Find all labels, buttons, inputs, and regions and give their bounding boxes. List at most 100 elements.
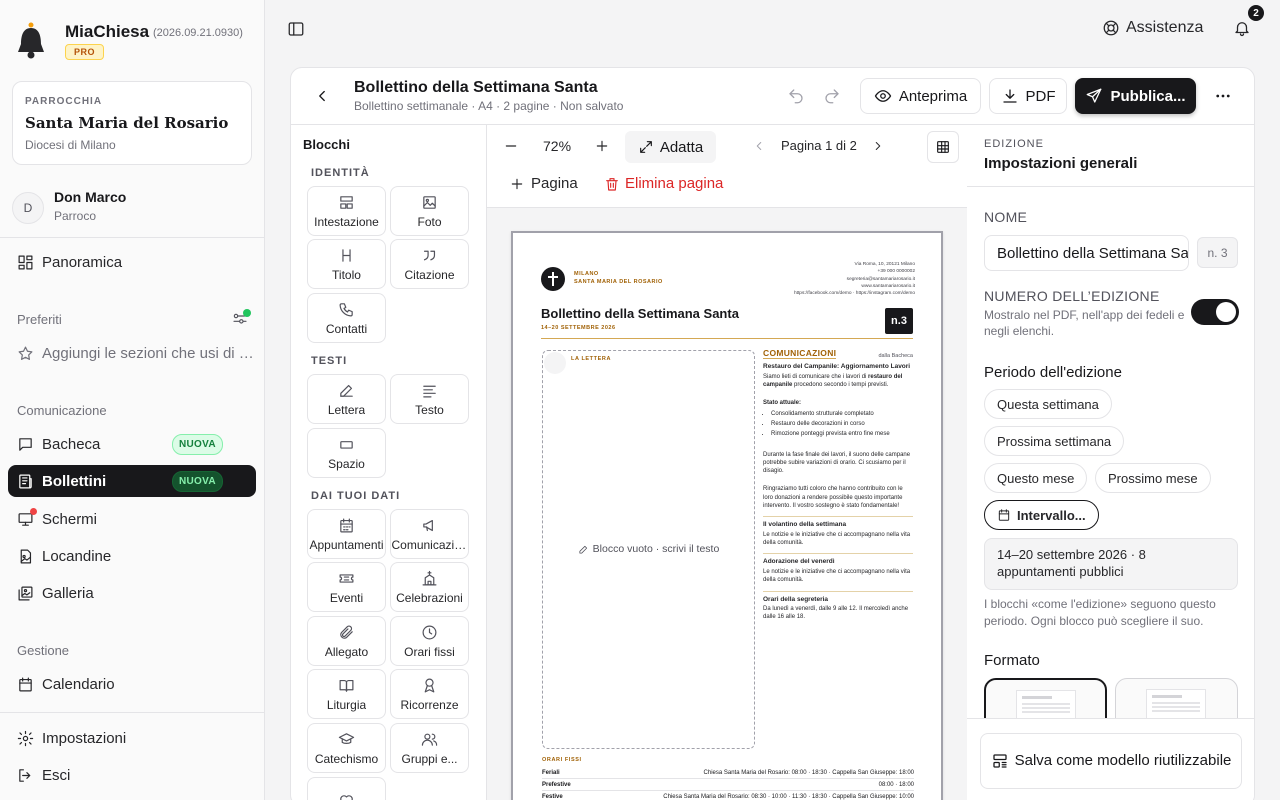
block-titolo[interactable]: Titolo — [307, 239, 386, 289]
zoom-out-button[interactable] — [503, 138, 519, 154]
block-testo[interactable]: Testo — [390, 374, 469, 424]
block-citazione[interactable]: Citazione — [390, 239, 469, 289]
block-foto[interactable]: Foto — [390, 186, 469, 236]
block-lettera[interactable]: Lettera — [307, 374, 386, 424]
nav-schermi[interactable]: Schermi — [8, 503, 256, 535]
communications-column[interactable]: COMUNICAZIONI dalla Bacheca Restauro del… — [763, 349, 913, 622]
block-celebrazioni[interactable]: Celebrazioni — [390, 562, 469, 612]
communications-heading: COMUNICAZIONI — [763, 348, 837, 360]
notifications-button[interactable] — [1233, 19, 1251, 37]
bulletin-meta: Bollettino settimanale · A4 · 2 pagine ·… — [354, 99, 624, 113]
article-text: Le notizie e le iniziative che ci accomp… — [763, 531, 911, 547]
gallery-icon — [18, 586, 33, 600]
block-ricorrenze[interactable]: Ricorrenze — [390, 669, 469, 719]
block-group-identity: IDENTITÀ — [311, 167, 370, 179]
edition-number-toggle[interactable] — [1191, 299, 1239, 325]
heading-icon — [342, 248, 351, 262]
block-allegato[interactable]: Allegato — [307, 616, 386, 666]
calendar-icon — [19, 677, 32, 691]
plus-icon — [596, 140, 608, 152]
bulletin-page-preview[interactable]: MILANO SANTA MARIA DEL ROSARIO Via Roma,… — [511, 231, 943, 800]
blocks-title: Blocchi — [303, 137, 350, 152]
user-profile[interactable]: D Don Marco Parroco — [12, 188, 252, 224]
redo-button[interactable] — [823, 87, 841, 105]
contact-line: Via Roma, 10, 20121 Milano — [854, 262, 915, 267]
block-catechismo[interactable]: Catechismo — [307, 723, 386, 773]
block-gruppi[interactable]: Gruppi e... — [390, 723, 469, 773]
block-spazio[interactable]: Spazio — [307, 428, 386, 478]
grid-view-button[interactable] — [927, 131, 959, 163]
nav-locandine[interactable]: Locandine — [8, 540, 256, 572]
nav-esci[interactable]: Esci — [8, 759, 256, 791]
nav-galleria[interactable]: Galleria — [8, 577, 256, 609]
nav-bollettini[interactable]: Bollettini NUOVA — [8, 465, 256, 497]
period-custom-range[interactable]: Intervallo... — [984, 500, 1099, 530]
block-appuntamenti[interactable]: Appuntamenti — [307, 509, 386, 559]
schedule-value: Chiesa Santa Maria del Rosario: 08:30 · … — [663, 793, 914, 800]
sidebar-toggle-button[interactable] — [287, 20, 305, 38]
nav-bacheca[interactable]: Bacheca NUOVA — [8, 428, 256, 460]
favorites-add[interactable]: Aggiungi le sezioni che usi di più — [8, 337, 256, 369]
add-page-button[interactable]: Pagina — [509, 175, 578, 192]
settings-panel: EDIZIONE Impostazioni generali NOME Boll… — [967, 124, 1254, 800]
period-next-month[interactable]: Prossimo mese — [1095, 463, 1211, 493]
schedule-value: Chiesa Santa Maria del Rosario: 08:00 · … — [703, 769, 914, 776]
app-name: MiaChiesa — [65, 22, 150, 41]
management-title: Gestione — [17, 643, 70, 658]
edition-number-label: NUMERO DELL’EDIZIONE — [984, 288, 1160, 304]
help-button[interactable]: Assistenza — [1102, 19, 1203, 37]
save-template-button[interactable]: Salva come modello riutilizzabile — [980, 733, 1242, 789]
brand[interactable]: MiaChiesa (2026.09.21.0930) PRO — [16, 18, 256, 66]
download-icon — [1002, 89, 1017, 103]
contact-line: www.santamariarosario.it — [861, 283, 915, 289]
period-next-week[interactable]: Prossima settimana — [984, 426, 1125, 456]
publish-button[interactable]: Pubblica... — [1075, 78, 1196, 114]
name-input[interactable]: Bollettino della Settimana Santa — [984, 235, 1189, 271]
paperclip-icon — [340, 625, 353, 639]
fit-button[interactable]: Adatta — [625, 131, 716, 163]
notification-count: 2 — [1248, 5, 1264, 21]
nav-calendario[interactable]: Calendario — [8, 668, 256, 700]
article-text: Ringraziamo tutti coloro che hanno contr… — [763, 486, 903, 510]
prev-page-button[interactable] — [752, 139, 766, 153]
parish-diocese: Diocesi di Milano — [25, 138, 116, 152]
table-row: Feriali Chiesa Santa Maria del Rosario: 0… — [542, 767, 914, 779]
block-intestazione[interactable]: Intestazione — [307, 186, 386, 236]
nav-impostazioni[interactable]: Impostazioni — [8, 722, 256, 754]
fixed-schedule[interactable]: ORARI FISSI Feriali Chiesa Santa Maria de… — [542, 757, 914, 800]
next-page-button[interactable] — [871, 139, 885, 153]
nav-label: Bacheca — [42, 435, 101, 453]
undo-button[interactable] — [787, 87, 805, 105]
preview-button[interactable]: Anteprima — [860, 78, 981, 114]
empty-letter-block[interactable]: LA LETTERA Blocco vuoto · scrivi il test… — [542, 350, 755, 749]
back-button[interactable] — [313, 87, 331, 105]
block-more[interactable] — [307, 777, 386, 800]
more-options-button[interactable] — [1214, 87, 1232, 105]
plan-badge: PRO — [65, 44, 105, 60]
preview-label: Anteprima — [898, 87, 968, 105]
period-this-month[interactable]: Questo mese — [984, 463, 1088, 493]
contact-line: https://facebook.com/demo · https://inst… — [793, 291, 915, 297]
period-this-week[interactable]: Questa settimana — [984, 389, 1112, 419]
block-label: Catechismo — [314, 751, 379, 766]
pdf-button[interactable]: PDF — [989, 78, 1067, 114]
gear-icon — [17, 730, 34, 746]
nav-overview[interactable]: Panoramica — [8, 246, 256, 278]
logout-icon — [19, 768, 31, 782]
block-comunicazioni[interactable]: Comunicazioni — [390, 509, 469, 559]
favorites-settings-button[interactable] — [232, 309, 252, 330]
new-badge: NUOVA — [172, 434, 223, 455]
help-label: Assistenza — [1126, 19, 1204, 36]
block-label: Testo — [415, 402, 444, 417]
block-liturgia[interactable]: Liturgia — [307, 669, 386, 719]
zoom-in-button[interactable] — [594, 138, 610, 154]
block-eventi[interactable]: Eventi — [307, 562, 386, 612]
bulletin-title: Bollettino della Settimana Santa — [354, 79, 598, 96]
block-contatti[interactable]: Contatti — [307, 293, 386, 343]
delete-page-button[interactable]: Elimina pagina — [604, 175, 723, 192]
block-orari-fissi[interactable]: Orari fissi — [390, 616, 469, 666]
parish-switcher[interactable]: PARROCCHIA Santa Maria del Rosario Dioce… — [12, 81, 252, 165]
favorites-title: Preferiti — [17, 312, 62, 327]
